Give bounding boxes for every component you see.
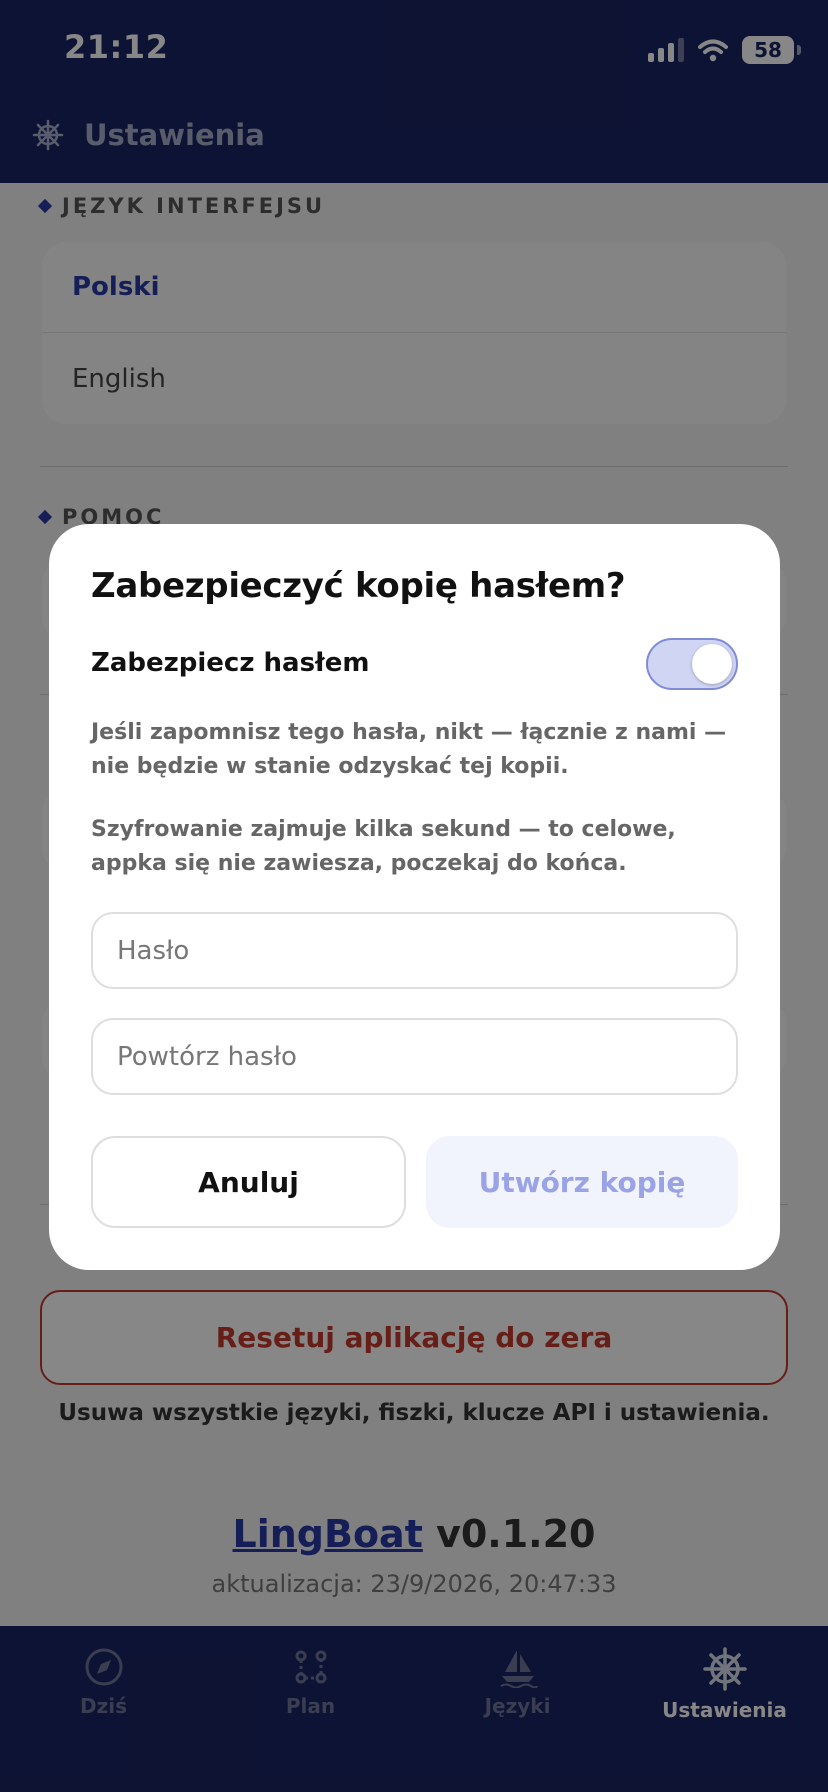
create-backup-button[interactable]: Utwórz kopię <box>426 1136 738 1228</box>
encryption-note: Szyfrowanie zajmuje kilka sekund — to ce… <box>91 817 676 876</box>
password-backup-dialog: Zabezpieczyć kopię hasłem? Zabezpiecz ha… <box>49 524 780 1270</box>
password-input[interactable] <box>91 912 738 989</box>
toggle-knob <box>692 644 732 684</box>
repeat-password-input[interactable] <box>91 1018 738 1095</box>
warning-text: Jeśli zapomnisz tego hasła, nikt — łączn… <box>91 720 727 779</box>
password-protect-toggle[interactable] <box>646 638 738 690</box>
toggle-label: Zabezpiecz hasłem <box>91 648 370 678</box>
cancel-button[interactable]: Anuluj <box>91 1136 406 1228</box>
dialog-title: Zabezpieczyć kopię hasłem? <box>91 566 626 606</box>
